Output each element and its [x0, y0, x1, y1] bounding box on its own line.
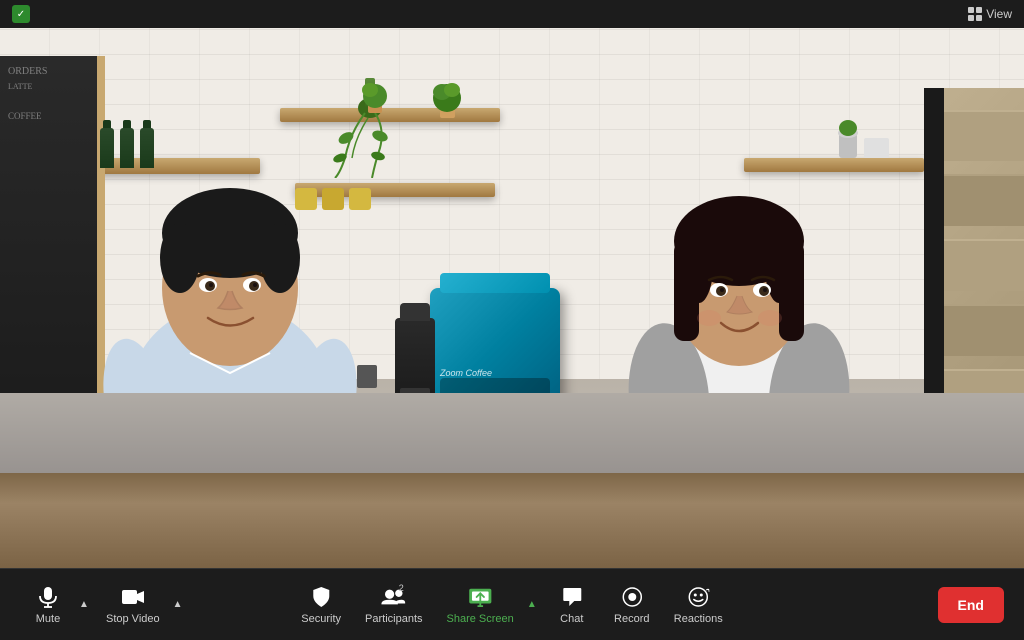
record-button[interactable]: Record: [604, 577, 660, 633]
participant-count: 2: [399, 583, 404, 593]
reactions-button[interactable]: Reactions: [664, 577, 733, 633]
record-icon: [620, 585, 644, 609]
share-chevron[interactable]: ▲: [524, 585, 540, 625]
video-scene: ORDERS LATTE COFFEE: [0, 28, 1024, 568]
camera-icon: [121, 585, 145, 609]
chat-label: Chat: [560, 613, 583, 625]
participants-icon: 2: [382, 585, 406, 609]
floor-area: [0, 393, 1024, 473]
mute-button[interactable]: Mute: [20, 577, 76, 633]
share-screen-label: Share Screen: [447, 613, 514, 625]
reactions-icon: [686, 585, 710, 609]
video-area: ORDERS LATTE COFFEE: [0, 28, 1024, 568]
view-button[interactable]: View: [968, 7, 1012, 21]
toolbar-center: Security 2 Participants: [291, 577, 732, 633]
toolbar-left: Mute ▲ Stop Video ▲: [20, 577, 186, 633]
security-icon: [309, 585, 333, 609]
record-label: Record: [614, 613, 649, 625]
coffee-machine-top: [440, 273, 550, 293]
title-bar: ✓ View: [0, 0, 1024, 28]
plant-small-1: [360, 68, 390, 118]
mute-label: Mute: [36, 613, 60, 625]
participants-label: Participants: [365, 613, 422, 625]
chat-button[interactable]: Chat: [544, 577, 600, 633]
chat-icon: [560, 585, 584, 609]
video-chevron[interactable]: ▲: [170, 585, 186, 625]
mute-chevron[interactable]: ▲: [76, 585, 92, 625]
title-bar-left: ✓: [12, 5, 30, 23]
toolbar: Mute ▲ Stop Video ▲ Security: [0, 568, 1024, 640]
stop-video-button[interactable]: Stop Video: [96, 577, 170, 633]
reactions-label: Reactions: [674, 613, 723, 625]
microphone-icon: [36, 585, 60, 609]
security-shield-icon: ✓: [12, 5, 30, 23]
coffee-machine: [430, 288, 560, 408]
share-screen-button[interactable]: Share Screen: [437, 577, 524, 633]
share-screen-icon: [468, 585, 492, 609]
stop-video-label: Stop Video: [106, 613, 160, 625]
plant-small-2: [430, 68, 465, 123]
security-button[interactable]: Security: [291, 577, 351, 633]
view-label: View: [986, 7, 1012, 21]
toolbar-right: End: [938, 587, 1004, 623]
end-button[interactable]: End: [938, 587, 1004, 623]
security-label: Security: [301, 613, 341, 625]
title-bar-right: View: [968, 7, 1012, 21]
participants-button[interactable]: 2 Participants: [355, 577, 432, 633]
